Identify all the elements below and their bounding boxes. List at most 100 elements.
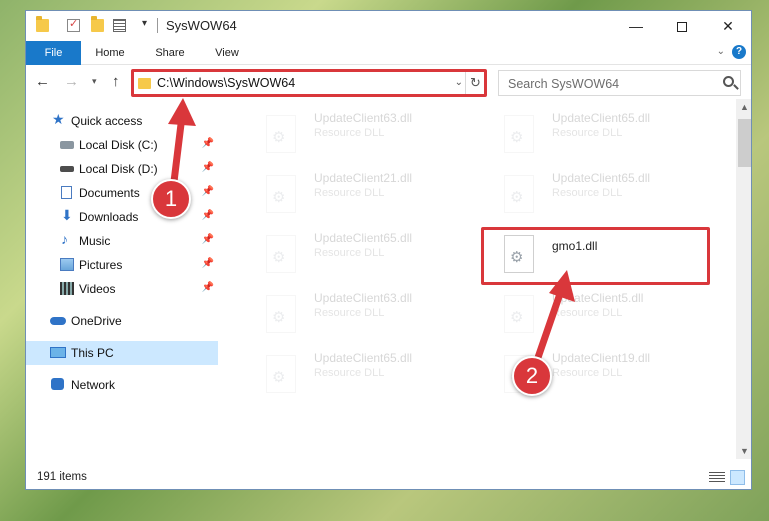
file-item[interactable]: UpdateClient21.dll Resource DLL [246,167,471,221]
file-type: Resource DLL [314,367,385,379]
file-name: gmo1.dll [552,239,598,253]
file-type: Resource DLL [552,367,623,379]
sidebar-item-label: Videos [79,282,116,296]
forward-button[interactable]: → [64,73,79,90]
sidebar-item-label: Pictures [79,258,123,272]
search-input[interactable]: Search SysWOW64 [498,70,741,96]
file-type: Resource DLL [552,187,623,199]
sidebar-item-music[interactable]: ♪ Music 📌 [26,229,218,253]
dll-file-icon [266,295,296,333]
sidebar-item-local-disk-d[interactable]: Local Disk (D:) 📌 [26,157,218,181]
scroll-thumb[interactable] [738,119,751,167]
sidebar-item-onedrive[interactable]: OneDrive [26,309,218,333]
recent-locations-chevron-icon[interactable]: ▾ [92,76,97,87]
file-type: Resource DLL [314,187,385,199]
sidebar-item-label: Network [71,378,116,392]
sidebar-item-network[interactable]: Network [26,373,218,397]
properties-icon[interactable] [67,17,80,32]
pin-icon[interactable]: 📌 [202,234,214,245]
file-name: UpdateClient63.dll [314,111,413,125]
tiles-view-icon[interactable] [730,470,745,485]
sidebar-item-local-disk-c[interactable]: Local Disk (C:) 📌 [26,133,218,157]
expand-ribbon-chevron-icon[interactable]: ⌄ [717,46,725,57]
sidebar-item-videos[interactable]: Videos 📌 [26,277,218,301]
sidebar-item-label: Local Disk (D:) [79,162,158,176]
dll-file-icon [266,355,296,393]
address-path[interactable]: C:\Windows\SysWOW64 [157,76,295,90]
scroll-down-arrow-icon[interactable]: ▼ [740,446,749,456]
file-name: UpdateClient65.dll [314,231,413,245]
file-item[interactable]: UpdateClient65.dll Resource DLL [484,167,709,221]
pin-icon[interactable]: 📌 [202,162,214,173]
sidebar-item-quick-access[interactable]: ★ Quick access [26,109,218,133]
file-name: UpdateClient63.dll [314,291,413,305]
close-button[interactable]: ✕ [705,11,751,41]
pictures-icon [60,258,74,271]
tab-view[interactable]: View [209,41,245,65]
file-list: UpdateClient63.dll Resource DLL UpdateCl… [226,105,736,460]
sidebar-item-label: This PC [71,346,114,360]
vertical-scrollbar[interactable]: ▲ ▼ [736,99,751,459]
maximize-icon [677,22,687,33]
folder-icon [138,78,151,89]
search-placeholder: Search SysWOW64 [508,77,620,91]
pin-icon[interactable]: 📌 [202,258,214,269]
refresh-button[interactable]: ↻ [465,71,485,95]
drive-icon [60,141,74,149]
pin-icon[interactable]: 📌 [202,186,214,197]
tab-share[interactable]: Share [150,41,190,65]
drive-icon [60,166,74,172]
help-icon[interactable]: ? [732,45,746,59]
customize-toolbar-chevron-icon[interactable]: ▾ [142,18,147,29]
file-type: Resource DLL [552,127,623,139]
file-type: Resource DLL [314,127,385,139]
navigation-pane: ★ Quick access Local Disk (C:) 📌 Local D… [26,105,218,455]
documents-icon [61,186,72,199]
maximize-button[interactable] [659,11,705,41]
file-name: UpdateClient19.dll [552,351,651,365]
step-1-badge: 1 [151,179,191,219]
tab-home[interactable]: Home [89,41,131,65]
dll-file-icon [266,175,296,213]
dll-file-icon [504,235,534,273]
file-name: UpdateClient65.dll [314,351,413,365]
view-options-icon[interactable] [113,19,126,32]
navigation-bar: ← → ▾ ↑ C:\Windows\SysWOW64 ⌄ ↻ Search S… [26,67,751,99]
tab-file[interactable]: File [26,41,81,65]
window-title: SysWOW64 [166,18,237,33]
dll-file-icon [504,175,534,213]
file-name: UpdateClient5.dll [552,291,644,305]
address-bar[interactable]: C:\Windows\SysWOW64 ⌄ ↻ [132,70,486,96]
dll-file-icon [504,295,534,333]
file-item[interactable]: UpdateClient63.dll Resource DLL [246,107,471,161]
file-item[interactable]: UpdateClient5.dll Resource DLL [484,287,709,341]
minimize-button[interactable]: — [613,11,659,41]
file-item-gmo1[interactable]: gmo1.dll [484,227,709,281]
file-item[interactable]: UpdateClient65.dll Resource DLL [246,347,471,401]
file-type: Resource DLL [552,307,623,319]
back-button[interactable]: ← [35,73,50,90]
scroll-up-arrow-icon[interactable]: ▲ [740,102,749,112]
dll-file-icon [266,115,296,153]
sidebar-item-label: Local Disk (C:) [79,138,158,152]
up-button[interactable]: ↑ [112,73,120,90]
pin-icon[interactable]: 📌 [202,282,214,293]
star-icon: ★ [52,111,65,127]
new-folder-icon[interactable] [91,16,104,32]
sidebar-item-label: Music [79,234,111,248]
details-view-icon[interactable] [709,472,725,483]
download-icon: ⬇ [61,207,73,223]
pin-icon[interactable]: 📌 [202,210,214,221]
file-name: UpdateClient21.dll [314,171,413,185]
sidebar-item-this-pc[interactable]: This PC [26,341,218,365]
folder-icon[interactable] [36,16,49,32]
sidebar-item-downloads[interactable]: ⬇ Downloads 📌 [26,205,218,229]
pin-icon[interactable]: 📌 [202,138,214,149]
file-item[interactable]: UpdateClient65.dll Resource DLL [484,107,709,161]
sidebar-item-pictures[interactable]: Pictures 📌 [26,253,218,277]
file-type: Resource DLL [314,247,385,259]
file-item[interactable]: UpdateClient65.dll Resource DLL [246,227,471,281]
file-item[interactable]: UpdateClient63.dll Resource DLL [246,287,471,341]
address-history-chevron-icon[interactable]: ⌄ [455,77,463,88]
sidebar-item-label: Quick access [71,114,143,128]
